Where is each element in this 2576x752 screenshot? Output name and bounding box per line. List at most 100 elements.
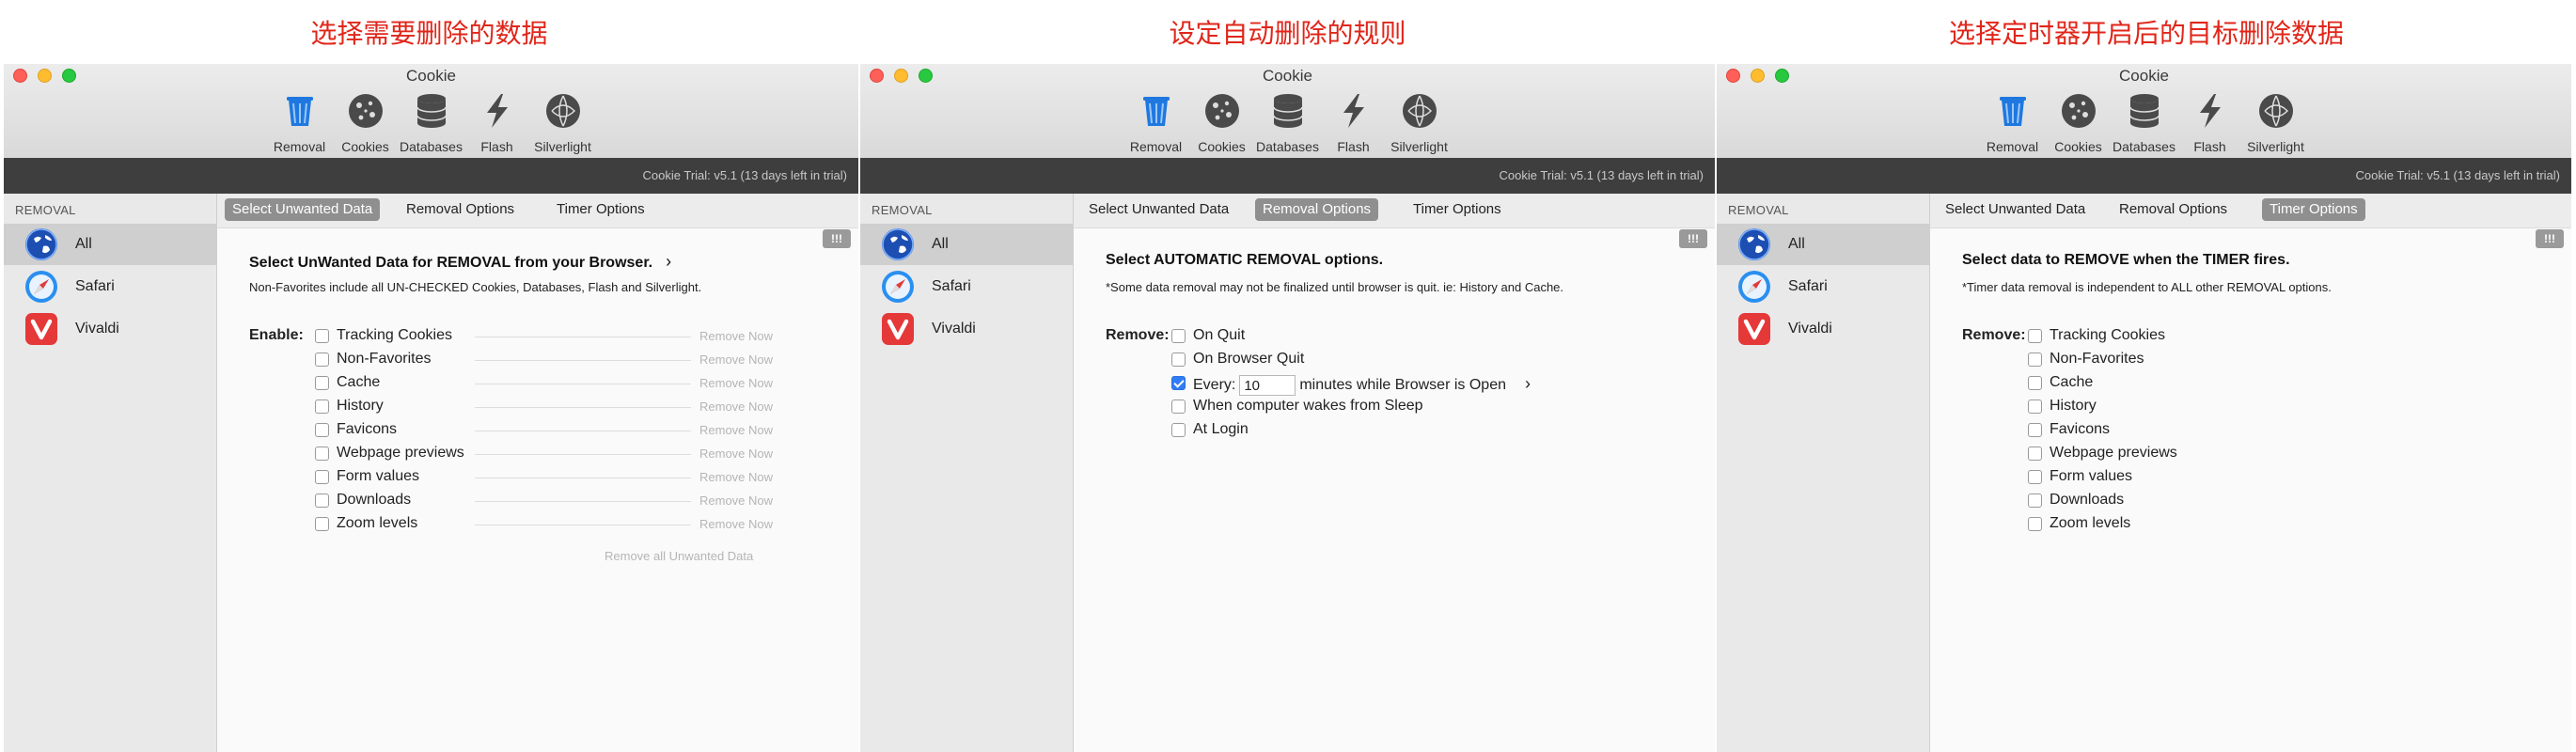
option-checkbox[interactable] (2028, 423, 2042, 437)
option-checkbox[interactable] (315, 376, 329, 390)
alert-badge[interactable]: !!! (1679, 229, 1707, 248)
alert-badge[interactable]: !!! (823, 229, 851, 248)
remove-all-button[interactable]: Remove all Unwanted Data (605, 549, 753, 563)
option-checkbox[interactable] (2028, 470, 2042, 484)
tab-timer-options[interactable]: Timer Options (1406, 198, 1509, 221)
option-checkbox[interactable] (2028, 376, 2042, 390)
option-row: History Remove Now (315, 397, 858, 420)
remove-now-button[interactable]: Remove Now (699, 352, 773, 367)
option-checkbox[interactable] (2028, 400, 2042, 414)
toolbar-databases-button[interactable]: Databases (1256, 92, 1319, 154)
option-checkbox[interactable] (1171, 352, 1186, 367)
option-row: History (2028, 397, 2571, 420)
option-row: Form values Remove Now (315, 467, 858, 491)
sidebar-item-vivaldi[interactable]: Vivaldi (4, 308, 216, 350)
toolbar-cookies-button[interactable]: Cookies (2052, 92, 2105, 154)
option-checkbox[interactable] (2028, 329, 2042, 343)
option-checkbox[interactable] (1171, 329, 1186, 343)
sidebar-item-label: Vivaldi (75, 321, 119, 337)
option-checkbox[interactable] (2028, 517, 2042, 531)
sidebar-item-vivaldi[interactable]: Vivaldi (1717, 308, 1929, 350)
sidebar-item-all[interactable]: All (4, 224, 216, 265)
option-row: Favicons Remove Now (315, 420, 858, 444)
tab-timer-options[interactable]: Timer Options (2262, 198, 2365, 221)
tab-select-unwanted-data[interactable]: Select Unwanted Data (1938, 198, 2093, 221)
toolbar-silverlight-button[interactable]: Silverlight (1390, 92, 1448, 154)
remove-now-button[interactable]: Remove Now (699, 423, 773, 437)
option-checkbox[interactable] (315, 352, 329, 367)
sidebar-item-all[interactable]: All (1717, 224, 1929, 265)
option-label: Tracking Cookies (337, 327, 452, 344)
sidebar-item-safari[interactable]: Safari (860, 266, 1073, 307)
option-row: At Login (1171, 420, 1715, 444)
option-checkbox[interactable] (315, 400, 329, 414)
remove-now-button[interactable]: Remove Now (699, 400, 773, 414)
toolbar-label: Flash (480, 139, 513, 154)
option-checkbox[interactable] (315, 494, 329, 508)
toolbar-removal-button[interactable]: Removal (1130, 92, 1183, 154)
remove-now-button[interactable]: Remove Now (699, 470, 773, 484)
toolbar-label: Databases (1256, 139, 1319, 154)
tab-select-unwanted-data[interactable]: Select Unwanted Data (1081, 198, 1236, 221)
toolbar-flash-button[interactable]: Flash (471, 92, 524, 154)
remove-now-button[interactable]: Remove Now (699, 494, 773, 508)
toolbar-label: Flash (2193, 139, 2226, 154)
chevron-right-icon[interactable]: › (1525, 374, 1531, 393)
option-row: Cache (2028, 373, 2571, 397)
toolbar-silverlight-button[interactable]: Silverlight (534, 92, 591, 154)
option-checkbox[interactable] (1171, 400, 1186, 414)
option-label-text: Tracking Cookies (2050, 327, 2166, 343)
tab-removal-options[interactable]: Removal Options (2112, 198, 2235, 221)
sidebar-item-all[interactable]: All (860, 224, 1073, 265)
tab-select-unwanted-data[interactable]: Select Unwanted Data (225, 198, 381, 221)
option-checkbox[interactable] (1171, 423, 1186, 437)
trial-status-bar: Cookie Trial: v5.1 (13 days left in tria… (1717, 158, 2571, 194)
option-checkbox[interactable] (2028, 494, 2042, 508)
toolbar-flash-button[interactable]: Flash (2184, 92, 2237, 154)
trial-status-bar: Cookie Trial: v5.1 (13 days left in tria… (4, 158, 858, 194)
sidebar-item-vivaldi[interactable]: Vivaldi (860, 308, 1073, 350)
title-bar: Cookie Removal Cookies Databases Flash Silver… (1717, 64, 2571, 158)
toolbar-flash-button[interactable]: Flash (1327, 92, 1380, 154)
toolbar-databases-button[interactable]: Databases (2113, 92, 2175, 154)
safari-icon (1737, 270, 1771, 304)
sidebar-item-safari[interactable]: Safari (4, 266, 216, 307)
option-checkbox[interactable] (315, 446, 329, 461)
toolbar-databases-button[interactable]: Databases (400, 92, 463, 154)
tab-removal-options[interactable]: Removal Options (399, 198, 522, 221)
remove-now-button[interactable]: Remove Now (699, 446, 773, 461)
option-row: Tracking Cookies Remove Now (315, 326, 858, 350)
option-checkbox[interactable] (315, 423, 329, 437)
main-panel: Select Unwanted Data Removal Options Timer… (1930, 194, 2571, 752)
main-panel: Select Unwanted Data Removal Options Timer… (217, 194, 858, 752)
option-checkbox[interactable] (2028, 352, 2042, 367)
toolbar-label: Databases (2113, 139, 2175, 154)
chevron-right-icon[interactable]: › (666, 252, 671, 272)
option-checkbox[interactable] (315, 329, 329, 343)
option-checkbox[interactable] (1171, 376, 1186, 390)
toolbar-silverlight-button[interactable]: Silverlight (2247, 92, 2304, 154)
interval-suffix: minutes while Browser is Open (1299, 377, 1506, 393)
trial-status-text: Cookie Trial: v5.1 (13 days left in tria… (1499, 168, 1704, 182)
toolbar-cookies-button[interactable]: Cookies (1196, 92, 1249, 154)
sidebar-item-label: Vivaldi (1788, 321, 1832, 337)
option-checkbox[interactable] (315, 517, 329, 531)
options-label: Remove: (1106, 327, 1170, 343)
toolbar-removal-button[interactable]: Removal (1987, 92, 2039, 154)
option-checkbox[interactable] (2028, 446, 2042, 461)
remove-now-button[interactable]: Remove Now (699, 376, 773, 390)
remove-now-button[interactable]: Remove Now (699, 517, 773, 531)
option-row: Zoom levels Remove Now (315, 514, 858, 538)
interval-input[interactable]: 10 (1239, 374, 1296, 396)
tab-timer-options[interactable]: Timer Options (549, 198, 652, 221)
option-label: Downloads (2050, 492, 2124, 509)
remove-now-button[interactable]: Remove Now (699, 329, 773, 343)
option-checkbox[interactable] (315, 470, 329, 484)
option-label: On Quit (1193, 327, 1245, 344)
tab-removal-options[interactable]: Removal Options (1255, 198, 1379, 221)
sidebar-item-safari[interactable]: Safari (1717, 266, 1929, 307)
alert-badge[interactable]: !!! (2536, 229, 2564, 248)
sidebar: REMOVAL All Safari Vivaldi (1717, 194, 1930, 752)
toolbar-cookies-button[interactable]: Cookies (339, 92, 392, 154)
toolbar-removal-button[interactable]: Removal (274, 92, 326, 154)
